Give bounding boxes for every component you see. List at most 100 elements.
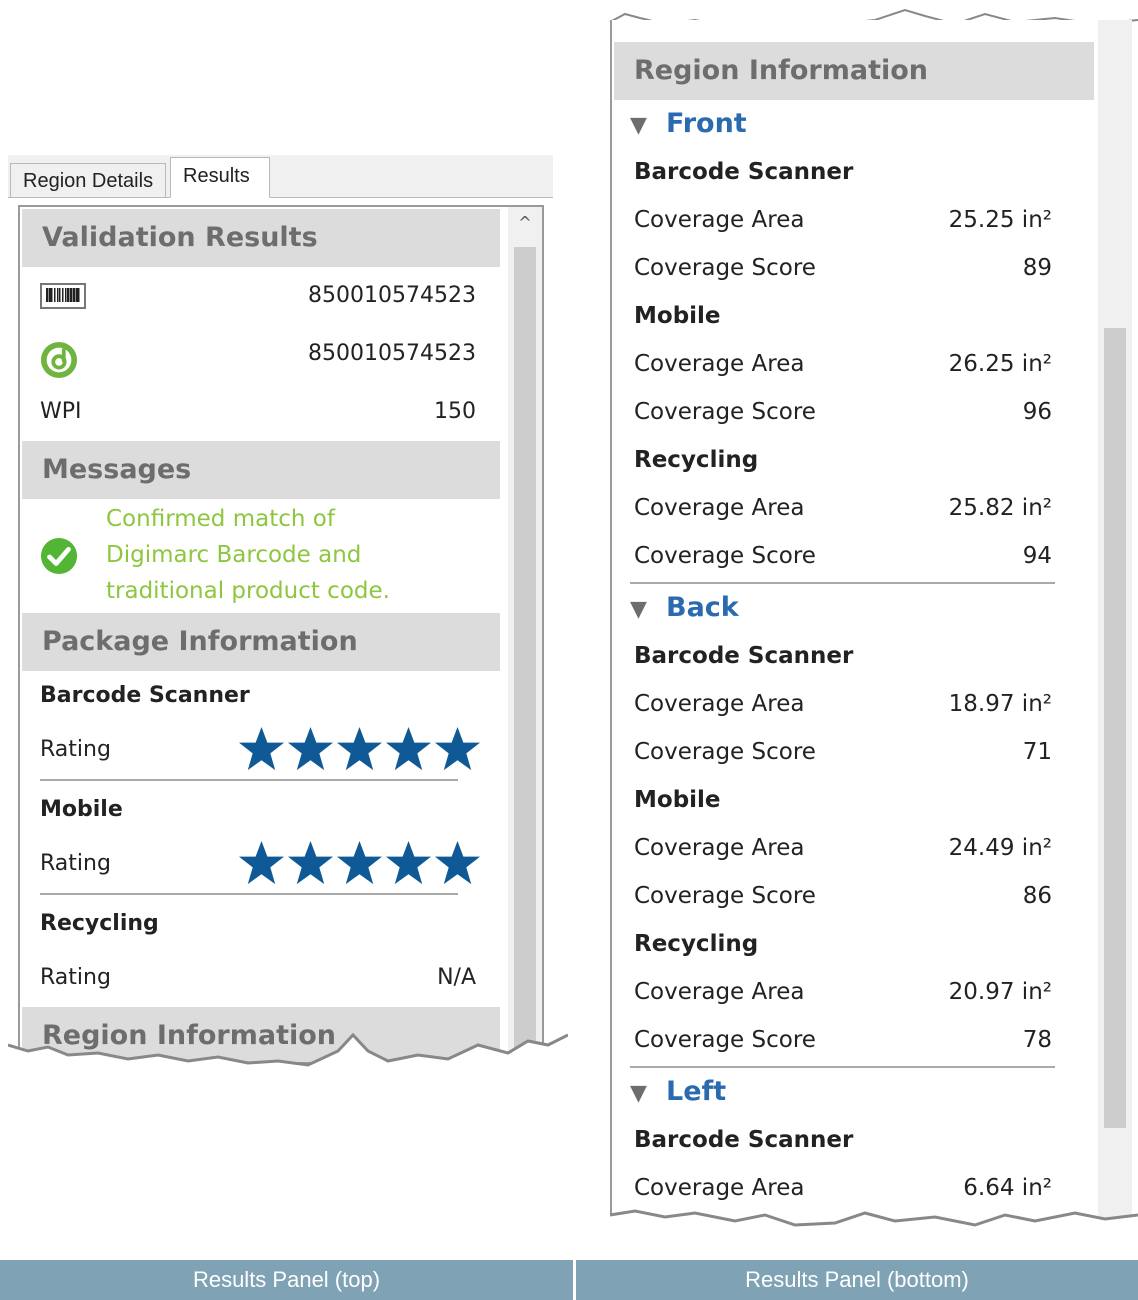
results-list-frame: Validation Results 850010574523 8500105745…: [18, 205, 544, 1064]
coverage-area-row: Coverage Area 25.82 in²: [614, 484, 1094, 532]
validation-row: 850010574523: [22, 325, 500, 383]
rating-label: Rating: [40, 737, 111, 762]
digimarc-icon: [40, 341, 78, 385]
results-list: Validation Results 850010574523 8500105745…: [22, 209, 500, 1062]
coverage-score-value: 71: [1022, 739, 1052, 765]
validation-label: WPI: [40, 399, 82, 424]
coverage-area-label: Coverage Area: [634, 835, 805, 861]
message-item: Confirmed match of Digimarc Barcode and …: [22, 499, 500, 613]
region-group-name: Recycling: [634, 931, 759, 957]
coverage-score-label: Coverage Score: [634, 739, 816, 765]
group-divider: [40, 779, 458, 781]
face-heading-left[interactable]: ▼ Left: [614, 1068, 1094, 1116]
validation-row: WPI 150: [22, 383, 500, 441]
barcode-icon: [40, 283, 86, 315]
validation-value: 850010574523: [308, 341, 476, 366]
face-name: Left: [666, 1076, 727, 1107]
coverage-area-label: Coverage Area: [634, 979, 805, 1005]
section-header-package: Package Information: [22, 613, 500, 671]
validation-row: 850010574523: [22, 267, 500, 325]
package-group-name: Mobile: [40, 797, 123, 822]
coverage-score-value: 96: [1022, 399, 1052, 425]
scroll-thumb[interactable]: [1104, 328, 1126, 1128]
collapse-triangle-icon[interactable]: ▼: [630, 102, 666, 150]
coverage-score-row: Coverage Score 86: [614, 872, 1094, 920]
vertical-scrollbar[interactable]: [1098, 20, 1132, 1240]
package-group-name: Recycling: [40, 911, 159, 936]
rating-stars: [237, 725, 482, 774]
collapse-triangle-icon[interactable]: ▼: [630, 1070, 666, 1118]
coverage-score-row: Coverage Score 94: [614, 532, 1094, 580]
section-header-region: Region Information: [614, 42, 1094, 100]
coverage-score-label: Coverage Score: [634, 543, 816, 569]
region-group-name: Barcode Scanner: [634, 159, 854, 185]
tab-results[interactable]: Results: [170, 157, 270, 198]
section-header-validation: Validation Results: [22, 209, 500, 267]
rating-row: Rating: [22, 835, 500, 893]
star-icon: [336, 726, 383, 771]
scroll-up-icon[interactable]: ^: [508, 213, 542, 232]
coverage-area-value: 20.97 in²: [948, 979, 1052, 1005]
section-header-messages: Messages: [22, 441, 500, 499]
coverage-score-value: 89: [1022, 255, 1052, 281]
coverage-score-label: Coverage Score: [634, 399, 816, 425]
scroll-thumb[interactable]: [514, 247, 536, 1062]
coverage-area-label: Coverage Area: [634, 495, 805, 521]
rating-row: Rating N/A: [22, 949, 500, 1007]
star-icon: [385, 726, 432, 771]
region-group-name: Recycling: [634, 447, 759, 473]
face-name: Back: [666, 592, 739, 623]
coverage-area-row: Coverage Area 26.25 in²: [614, 340, 1094, 388]
coverage-area-row: Coverage Area 20.97 in²: [614, 968, 1094, 1016]
validation-value: 150: [434, 399, 476, 424]
tab-bar: Region Details Results: [8, 155, 553, 198]
rating-stars: [237, 839, 482, 888]
caption-bottom: Results Panel (bottom): [745, 1267, 969, 1292]
face-name: Front: [666, 108, 747, 139]
results-panel-bottom: Region Information ▼ Front Barcode Scanner C…: [595, 0, 1138, 1245]
face-heading-back[interactable]: ▼ Back: [614, 584, 1094, 632]
region-group-name: Barcode Scanner: [634, 643, 854, 669]
coverage-score-row: Coverage Score 96: [614, 388, 1094, 436]
rating-row: Rating: [22, 721, 500, 779]
caption-top: Results Panel (top): [192, 1267, 381, 1292]
region-group-name: Mobile: [634, 303, 721, 329]
star-icon: [238, 726, 285, 771]
star-icon: [434, 726, 481, 771]
tab-region-details[interactable]: Region Details: [10, 163, 167, 197]
rating-value: N/A: [437, 965, 476, 990]
coverage-area-label: Coverage Area: [634, 691, 805, 717]
rating-label: Rating: [40, 965, 111, 990]
face-heading-front[interactable]: ▼ Front: [614, 100, 1094, 148]
coverage-area-value: 26.25 in²: [948, 351, 1052, 377]
coverage-score-value: 78: [1022, 1027, 1052, 1053]
message-text: Confirmed match of Digimarc Barcode and …: [106, 506, 390, 604]
star-icon: [238, 840, 285, 885]
coverage-area-value: 25.82 in²: [948, 495, 1052, 521]
collapse-triangle-icon[interactable]: ▼: [630, 586, 666, 634]
coverage-score-label: Coverage Score: [634, 1027, 816, 1053]
region-list-frame: Region Information ▼ Front Barcode Scanner C…: [610, 20, 1132, 1240]
validation-value: 850010574523: [308, 283, 476, 308]
star-icon: [434, 840, 481, 885]
torn-edge-decoration: [8, 1032, 568, 1115]
region-group-name: Barcode Scanner: [634, 1127, 854, 1153]
coverage-area-value: 25.25 in²: [948, 207, 1052, 233]
star-icon: [336, 840, 383, 885]
vertical-scrollbar[interactable]: ^: [508, 207, 542, 1062]
coverage-area-value: 24.49 in²: [948, 835, 1052, 861]
region-group-name: Mobile: [634, 787, 721, 813]
coverage-score-value: 86: [1022, 883, 1052, 909]
coverage-score-label: Coverage Score: [634, 255, 816, 281]
star-icon: [287, 726, 334, 771]
coverage-area-row: Coverage Area 18.97 in²: [614, 680, 1094, 728]
coverage-score-value: 94: [1022, 543, 1052, 569]
coverage-area-row: Coverage Area 24.49 in²: [614, 824, 1094, 872]
results-panel-top: Region Details Results Validation Result…: [8, 155, 568, 1115]
package-group-name: Barcode Scanner: [40, 683, 250, 708]
coverage-score-row: Coverage Score 71: [614, 728, 1094, 776]
coverage-score-label: Coverage Score: [634, 883, 816, 909]
star-icon: [287, 840, 334, 885]
caption-bar: Results Panel (top) Results Panel (botto…: [0, 1260, 1138, 1300]
coverage-score-row: Coverage Score 78: [614, 1016, 1094, 1064]
